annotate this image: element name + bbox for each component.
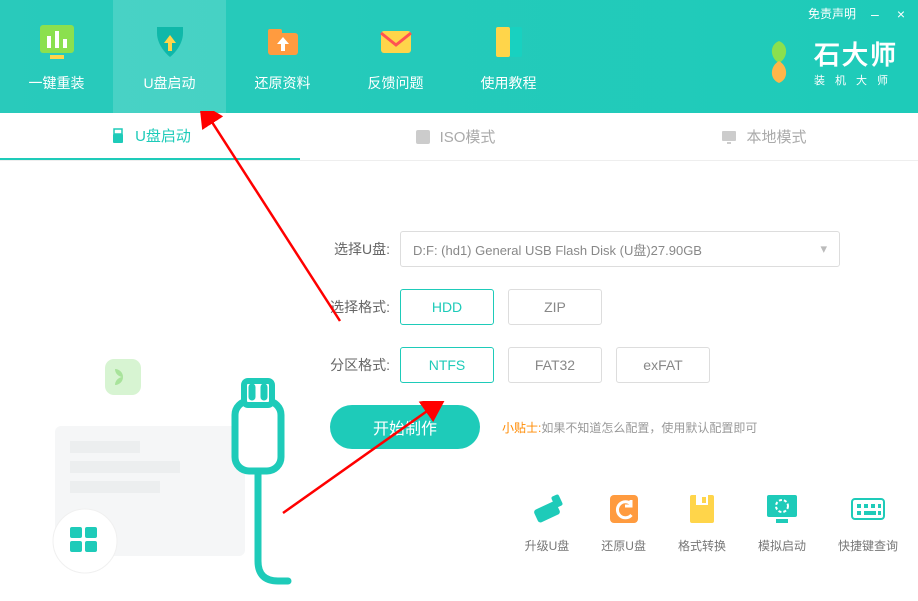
tool-label: 还原U盘 xyxy=(601,537,646,554)
mail-icon xyxy=(375,21,417,63)
nav-feedback[interactable]: 反馈问题 xyxy=(339,0,452,113)
tip-text: 小贴士:如果不知道怎么配置，使用默认配置即可 xyxy=(502,419,757,436)
format-zip-button[interactable]: ZIP xyxy=(508,289,602,325)
format-row: 选择格式: HDD ZIP xyxy=(320,289,880,325)
main-area: 选择U盘: D:F: (hd1) General USB Flash Disk … xyxy=(0,161,918,579)
subtab-local[interactable]: 本地模式 xyxy=(609,113,918,160)
restore-icon xyxy=(604,489,644,529)
format-label: 选择格式: xyxy=(320,297,390,317)
monitor-icon xyxy=(720,128,738,146)
shield-icon xyxy=(149,21,191,63)
subtab-usb-boot[interactable]: U盘启动 xyxy=(0,113,300,160)
disk-icon xyxy=(682,489,722,529)
tool-hotkey-query[interactable]: 快捷键查询 xyxy=(838,489,898,554)
subtab-label: 本地模式 xyxy=(746,126,806,147)
brand-title: 石大师 xyxy=(814,35,898,72)
chart-icon xyxy=(36,21,78,63)
tip-label: 小贴士: xyxy=(502,421,541,435)
nav-label: 一键重装 xyxy=(29,73,85,93)
tool-simulate-boot[interactable]: 模拟启动 xyxy=(758,489,806,554)
book-icon xyxy=(488,21,530,63)
nav-usb-boot[interactable]: U盘启动 xyxy=(113,0,226,113)
nav-restore[interactable]: 还原资料 xyxy=(226,0,339,113)
tool-label: 升级U盘 xyxy=(525,537,570,554)
tool-format-convert[interactable]: 格式转换 xyxy=(678,489,726,554)
header: 一键重装 U盘启动 还原资料 反馈问题 使用教程 免责声 xyxy=(0,0,918,113)
monitor-loading-icon xyxy=(762,489,802,529)
usb-up-icon xyxy=(527,489,567,529)
brand-logo-icon xyxy=(754,37,804,87)
tool-label: 快捷键查询 xyxy=(838,537,898,554)
nav-label: 使用教程 xyxy=(481,73,537,93)
tool-restore-usb[interactable]: 还原U盘 xyxy=(601,489,646,554)
sub-tabs: U盘启动 ISO模式 本地模式 xyxy=(0,113,918,161)
nav-label: 还原资料 xyxy=(255,73,311,93)
partition-fat32-button[interactable]: FAT32 xyxy=(508,347,602,383)
brand: 石大师 装机大师 xyxy=(754,35,898,88)
select-usb-label: 选择U盘: xyxy=(320,239,390,259)
top-nav: 一键重装 U盘启动 还原资料 反馈问题 使用教程 xyxy=(0,0,565,113)
nav-label: 反馈问题 xyxy=(368,73,424,93)
usb-illustration xyxy=(30,341,300,601)
chevron-down-icon: ▾ xyxy=(820,241,827,257)
partition-ntfs-button[interactable]: NTFS xyxy=(400,347,494,383)
nav-tutorial[interactable]: 使用教程 xyxy=(452,0,565,113)
bottom-tools: 升级U盘 还原U盘 格式转换 模拟启动 快捷键查询 xyxy=(525,489,898,554)
select-usb-row: 选择U盘: D:F: (hd1) General USB Flash Disk … xyxy=(320,231,880,267)
nav-label: U盘启动 xyxy=(143,73,195,93)
subtab-iso[interactable]: ISO模式 xyxy=(300,113,609,160)
subtab-label: ISO模式 xyxy=(440,126,496,147)
tip-body: 如果不知道怎么配置，使用默认配置即可 xyxy=(541,421,757,435)
usb-select[interactable]: D:F: (hd1) General USB Flash Disk (U盘)27… xyxy=(400,231,840,267)
tool-label: 模拟启动 xyxy=(758,537,806,554)
partition-label: 分区格式: xyxy=(320,355,390,375)
usb-icon xyxy=(109,127,127,145)
subtab-label: U盘启动 xyxy=(135,125,191,146)
tool-label: 格式转换 xyxy=(678,537,726,554)
keyboard-icon xyxy=(848,489,888,529)
window-controls: 免责声明 – × xyxy=(808,5,908,22)
tool-upgrade-usb[interactable]: 升级U盘 xyxy=(525,489,570,554)
start-make-button[interactable]: 开始制作 xyxy=(330,405,480,449)
format-hdd-button[interactable]: HDD xyxy=(400,289,494,325)
iso-icon xyxy=(414,128,432,146)
minimize-button[interactable]: – xyxy=(868,6,882,22)
disclaimer-link[interactable]: 免责声明 xyxy=(808,5,856,22)
nav-reinstall[interactable]: 一键重装 xyxy=(0,0,113,113)
close-button[interactable]: × xyxy=(894,6,908,22)
brand-subtitle: 装机大师 xyxy=(814,72,898,88)
partition-exfat-button[interactable]: exFAT xyxy=(616,347,710,383)
folder-up-icon xyxy=(262,21,304,63)
usb-select-value: D:F: (hd1) General USB Flash Disk (U盘)27… xyxy=(413,240,702,259)
partition-row: 分区格式: NTFS FAT32 exFAT xyxy=(320,347,880,383)
